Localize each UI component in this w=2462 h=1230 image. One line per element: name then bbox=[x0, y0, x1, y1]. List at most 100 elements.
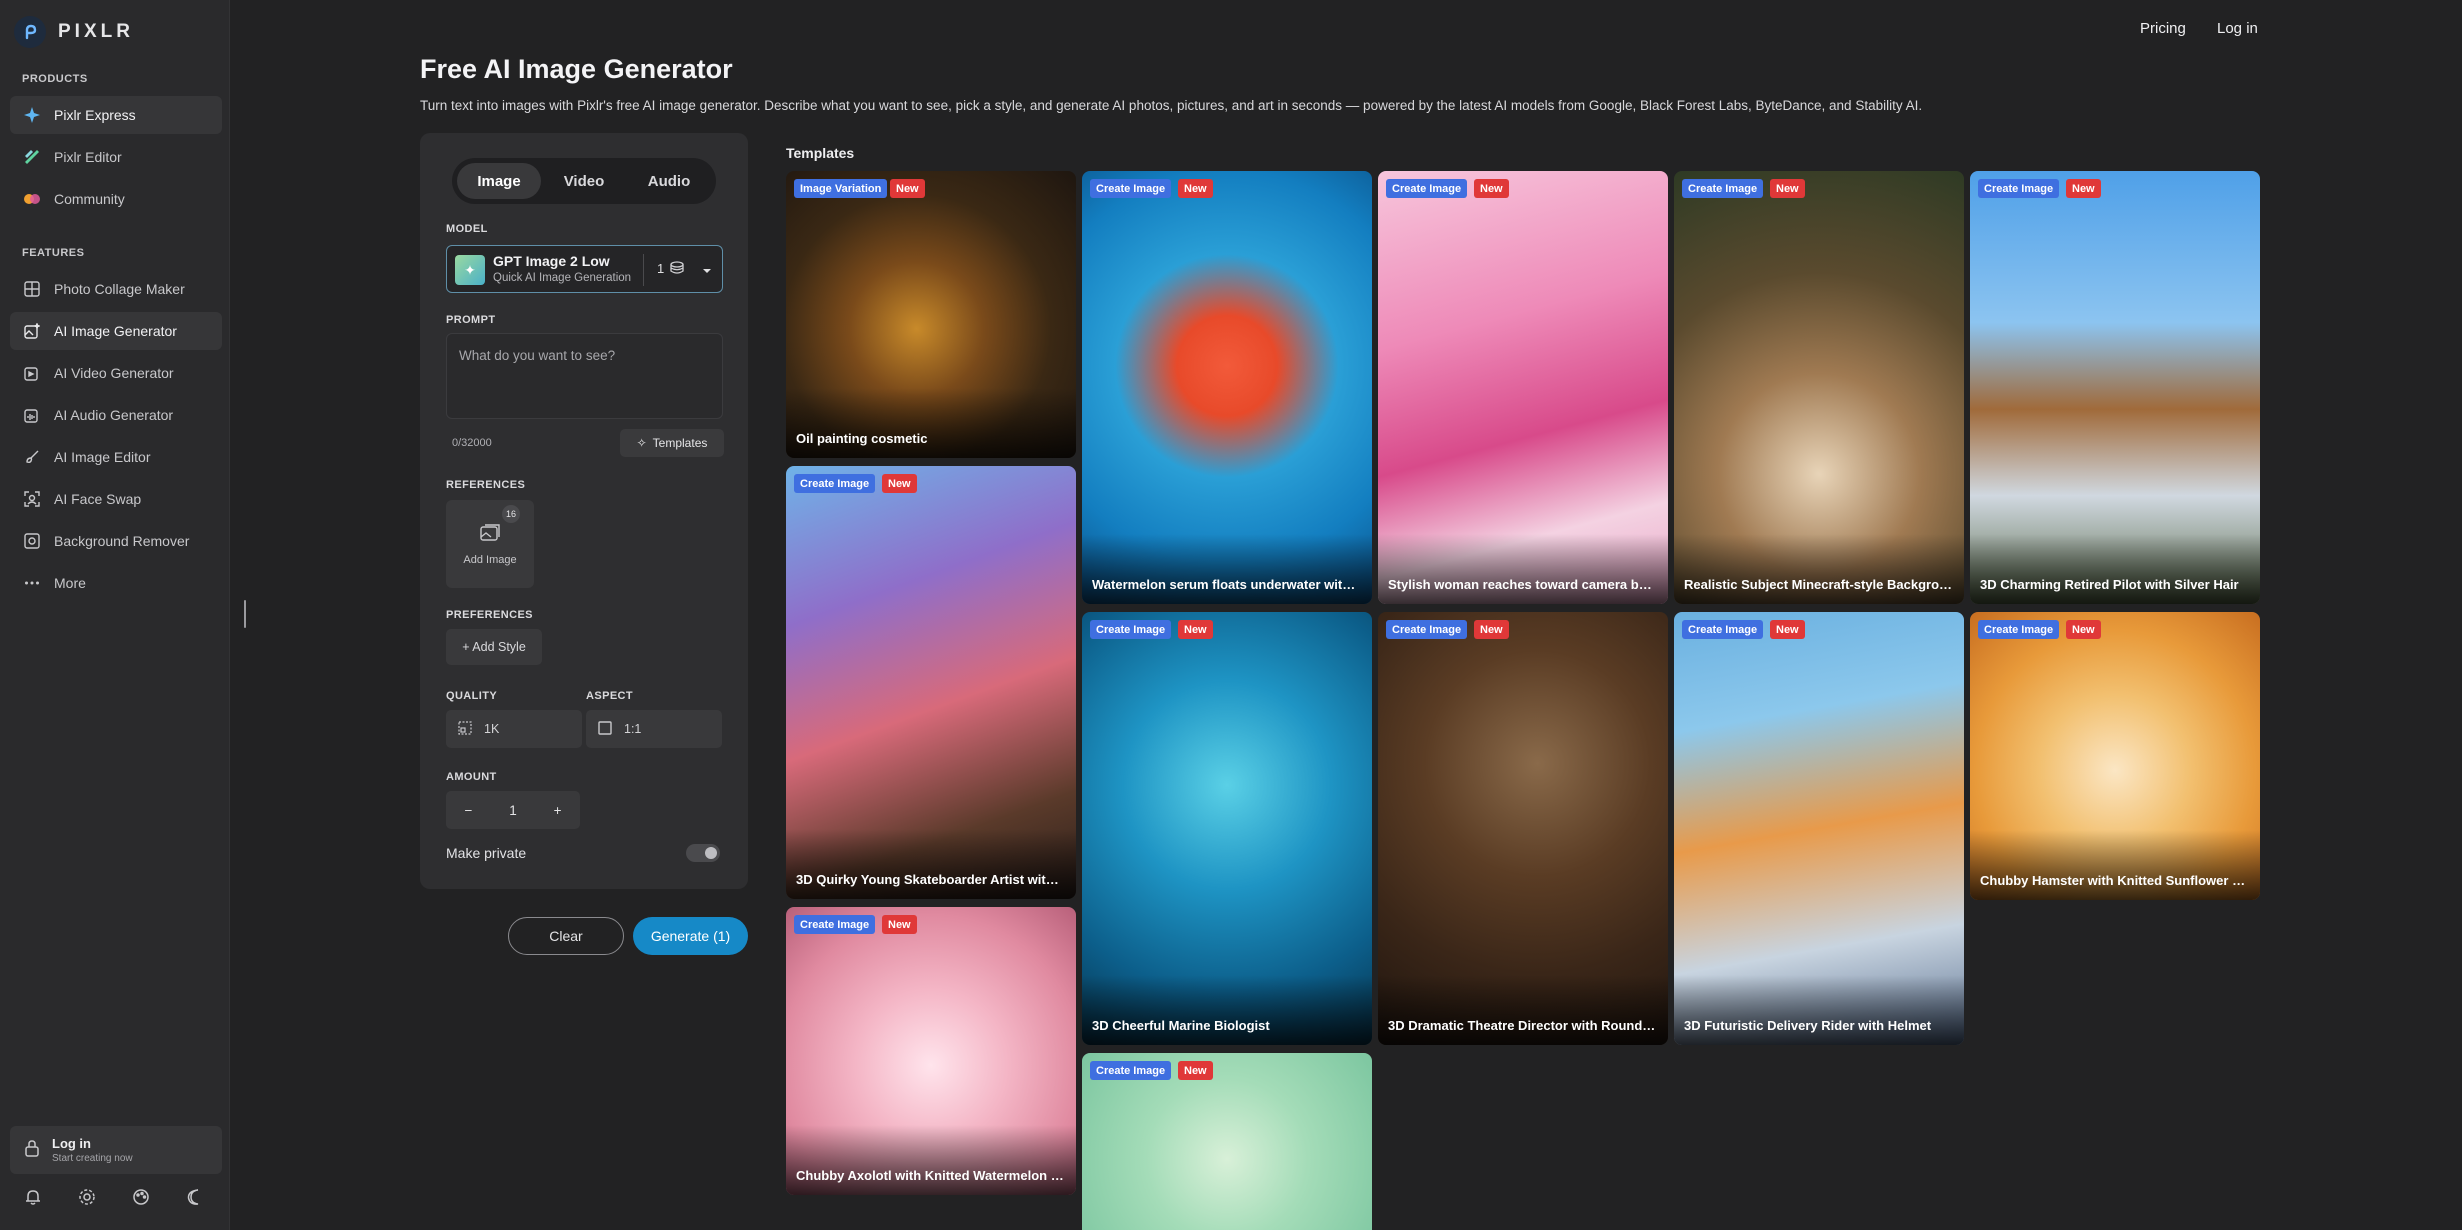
bell-icon[interactable] bbox=[22, 1186, 44, 1208]
sidebar-item-ai-face-swap[interactable]: AI Face Swap bbox=[10, 480, 222, 518]
template-card[interactable]: Create Image New 3D Charming Retired Pil… bbox=[1970, 171, 2260, 604]
template-card[interactable]: Create Image New bbox=[1082, 1053, 1372, 1230]
template-kind-badge: Create Image bbox=[1978, 179, 2060, 198]
add-reference-image-button[interactable]: Add Image bbox=[446, 500, 534, 588]
template-card[interactable]: Create Image New Stylish woman reaches t… bbox=[1378, 171, 1668, 604]
references-count-badge: 16 bbox=[502, 505, 520, 523]
prompt-input[interactable] bbox=[447, 334, 722, 418]
add-image-label: Add Image bbox=[463, 553, 517, 566]
caption-shade bbox=[1378, 534, 1668, 604]
template-kind-badge: Create Image bbox=[1682, 179, 1764, 198]
make-private-label: Make private bbox=[446, 845, 527, 861]
features-heading: FEATURES bbox=[22, 247, 85, 259]
tab-video[interactable]: Video bbox=[542, 163, 626, 199]
template-caption: Stylish woman reaches toward camera besi… bbox=[1388, 577, 1658, 592]
sidebar-item-label: AI Face Swap bbox=[54, 491, 142, 507]
pricing-link[interactable]: Pricing bbox=[2140, 20, 2186, 37]
media-tabs: Image Video Audio bbox=[452, 158, 716, 204]
templates-button-label: Templates bbox=[652, 436, 708, 450]
credits-icon bbox=[669, 261, 685, 280]
template-kind-badge: Image Variation bbox=[794, 179, 888, 198]
aspect-value: 1:1 bbox=[624, 722, 642, 736]
make-private-toggle[interactable] bbox=[686, 844, 720, 862]
gear-icon[interactable] bbox=[76, 1186, 98, 1208]
template-kind-badge: Create Image bbox=[1978, 620, 2060, 639]
sidebar-login-card[interactable]: Log in Start creating now bbox=[10, 1126, 222, 1174]
model-selector[interactable]: ✦ GPT Image 2 Low Quick AI Image Generat… bbox=[446, 245, 723, 293]
amount-decrease-button[interactable]: − bbox=[464, 803, 472, 818]
sidebar-item-ai-image-editor[interactable]: AI Image Editor bbox=[10, 438, 222, 476]
add-image-icon bbox=[479, 523, 501, 548]
clear-button[interactable]: Clear bbox=[508, 917, 624, 955]
sidebar-item-label: AI Image Generator bbox=[54, 323, 177, 339]
sidebar-resize-handle[interactable] bbox=[244, 600, 246, 628]
sidebar-item-pixlr-express[interactable]: Pixlr Express bbox=[10, 96, 222, 134]
sidebar-item-ai-image-generator[interactable]: AI Image Generator bbox=[10, 312, 222, 350]
top-login-link[interactable]: Log in bbox=[2217, 20, 2258, 37]
template-caption: 3D Quirky Young Skateboarder Artist with… bbox=[796, 872, 1066, 887]
amount-increase-button[interactable]: + bbox=[554, 803, 562, 818]
template-kind-badge: Create Image bbox=[1090, 1061, 1172, 1080]
sidebar-item-more[interactable]: More bbox=[10, 564, 222, 602]
amount-value: 1 bbox=[509, 802, 517, 818]
eraser-icon bbox=[22, 531, 42, 551]
sidebar-item-ai-video-generator[interactable]: AI Video Generator bbox=[10, 354, 222, 392]
caption-shade bbox=[1378, 975, 1668, 1045]
quality-select[interactable]: 1K bbox=[446, 710, 582, 748]
sidebar-item-pixlr-editor[interactable]: Pixlr Editor bbox=[10, 138, 222, 176]
references-label: REFERENCES bbox=[446, 479, 526, 491]
sidebar-item-label: Pixlr Express bbox=[54, 107, 136, 123]
template-caption: 3D Futuristic Delivery Rider with Helmet bbox=[1684, 1018, 1932, 1033]
template-new-badge: New bbox=[1178, 1061, 1213, 1080]
community-icon bbox=[22, 189, 42, 209]
template-kind-badge: Create Image bbox=[1090, 620, 1172, 639]
moon-icon[interactable] bbox=[184, 1186, 206, 1208]
caption-shade bbox=[1674, 975, 1964, 1045]
page-title: Free AI Image Generator bbox=[420, 54, 733, 84]
sidebar-item-photo-collage-maker[interactable]: Photo Collage Maker bbox=[10, 270, 222, 308]
sidebar-item-ai-audio-generator[interactable]: AI Audio Generator bbox=[10, 396, 222, 434]
template-new-badge: New bbox=[1178, 620, 1213, 639]
template-card[interactable]: Create Image New 3D Quirky Young Skatebo… bbox=[786, 466, 1076, 899]
square-icon bbox=[598, 720, 612, 738]
template-card[interactable]: Create Image New Watermelon serum floats… bbox=[1082, 171, 1372, 604]
sparkle-icon: ✧ bbox=[636, 436, 647, 450]
prompt-label: PROMPT bbox=[446, 314, 496, 326]
template-card[interactable]: Create Image New Chubby Axolotl with Kni… bbox=[786, 907, 1076, 1195]
sidebar-item-label: AI Image Editor bbox=[54, 449, 151, 465]
pixlr-logo[interactable]: PIXLR bbox=[14, 14, 134, 50]
sidebar-item-label: Community bbox=[54, 191, 125, 207]
template-card[interactable]: Create Image New 3D Dramatic Theatre Dir… bbox=[1378, 612, 1668, 1045]
aspect-select[interactable]: 1:1 bbox=[586, 710, 722, 748]
prompt-char-counter: 0/32000 bbox=[452, 437, 492, 449]
tab-audio[interactable]: Audio bbox=[627, 163, 711, 199]
prompt-box bbox=[446, 333, 723, 419]
quality-value: 1K bbox=[484, 722, 500, 736]
brand-name: PIXLR bbox=[58, 21, 134, 42]
template-card[interactable]: Create Image New 3D Cheerful Marine Biol… bbox=[1082, 612, 1372, 1045]
palette-icon[interactable] bbox=[130, 1186, 152, 1208]
tab-image[interactable]: Image bbox=[457, 163, 541, 199]
audio-icon bbox=[22, 405, 42, 425]
template-kind-badge: Create Image bbox=[1386, 620, 1468, 639]
sidebar-item-label: AI Video Generator bbox=[54, 365, 174, 381]
template-new-badge: New bbox=[1474, 179, 1509, 198]
template-new-badge: New bbox=[882, 474, 917, 493]
login-subtitle: Start creating now bbox=[52, 1153, 133, 1164]
template-card[interactable]: Create Image New Realistic Subject Minec… bbox=[1674, 171, 1964, 604]
sidebar-item-community[interactable]: Community bbox=[10, 180, 222, 218]
template-card[interactable]: Create Image New Chubby Hamster with Kni… bbox=[1970, 612, 2260, 900]
preferences-label: PREFERENCES bbox=[446, 609, 533, 621]
template-card[interactable]: Image Variation New Oil painting cosmeti… bbox=[786, 171, 1076, 458]
sidebar-item-label: Pixlr Editor bbox=[54, 149, 122, 165]
sparkle-icon: ✦ bbox=[455, 255, 485, 285]
template-caption: Chubby Hamster with Knitted Sunflower Ha… bbox=[1980, 873, 2250, 888]
caption-shade bbox=[1970, 534, 2260, 604]
templates-button[interactable]: ✧ Templates bbox=[620, 429, 724, 457]
template-card[interactable]: Create Image New 3D Futuristic Delivery … bbox=[1674, 612, 1964, 1045]
add-style-button[interactable]: + Add Style bbox=[446, 629, 542, 665]
template-new-badge: New bbox=[882, 915, 917, 934]
pixlr-logo-icon bbox=[14, 16, 46, 48]
generate-button[interactable]: Generate (1) bbox=[633, 917, 748, 955]
sidebar-item-background-remover[interactable]: Background Remover bbox=[10, 522, 222, 560]
